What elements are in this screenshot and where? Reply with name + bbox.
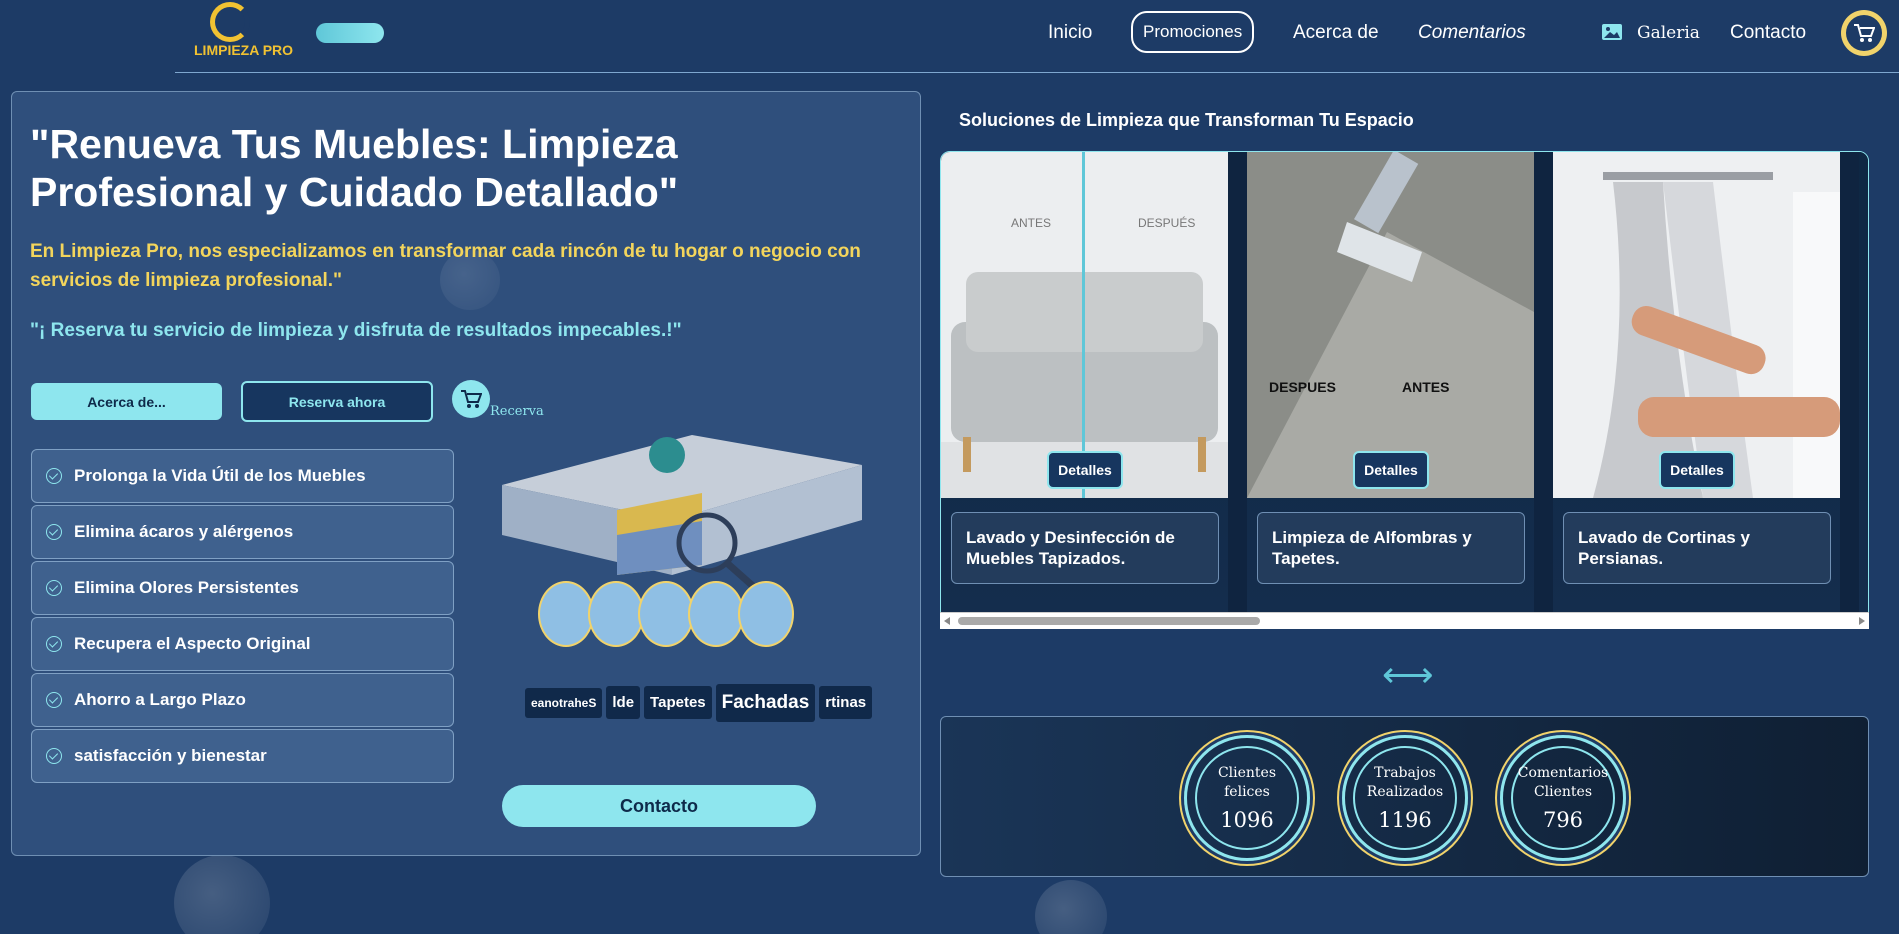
feature-label: Elimina ácaros y alérgenos [74,522,294,541]
stat-value: 796 [1542,808,1584,832]
feature-item: Ahorro a Largo Plazo [31,673,454,727]
carousel-scrollbar[interactable] [940,612,1869,629]
service-icons-strip [538,581,794,651]
service-circle-icon [738,581,794,647]
nav-divider [175,72,1899,73]
stat-label: Realizados [1366,784,1444,800]
feature-item: Recupera el Aspecto Original [31,617,454,671]
nav-promociones[interactable]: Promociones [1131,11,1255,53]
stat-client-comments: Comentarios Clientes 796 [1500,735,1626,861]
top-navbar: LIMPIEZA PRO Inicio Promociones Acerca d… [0,0,1899,74]
hero-intro: En Limpieza Pro, nos especializamos en t… [30,241,861,291]
cart-icon [1846,15,1882,51]
stat-label: Clientes [1217,765,1277,781]
check-icon [46,580,62,596]
stat-value: 1096 [1220,808,1274,832]
feature-item: Elimina Olores Persistentes [31,561,454,615]
check-icon [46,692,62,708]
stat-label: Comentarios [1517,765,1609,781]
carousel-slide: Detalles Lavado de Cortinas y Persianas. [1553,152,1840,612]
stat-value: 1196 [1378,808,1432,832]
logo[interactable]: LIMPIEZA PRO [192,0,294,60]
check-icon [46,468,62,484]
nav-galeria[interactable]: Galeria [1637,23,1700,43]
service-word: rtinas [819,686,873,719]
nav-contacto[interactable]: Contacto [1730,22,1806,44]
service-word: Fachadas [715,683,816,722]
bg-bubble [1035,880,1107,934]
stat-circle: Trabajos Realizados 1196 [1353,746,1457,850]
toggle-pill[interactable] [316,23,384,43]
scroll-thumb[interactable] [958,617,1260,625]
stat-label: felices [1224,784,1270,800]
nav-comentarios[interactable]: Comentarios [1418,22,1526,44]
logo-text: LIMPIEZA PRO [194,42,294,58]
cart-icon [461,390,482,408]
slide-caption: Lavado y Desinfección de Muebles Tapizad… [951,512,1219,584]
hero-title: "Renueva Tus Muebles: Limpieza Profesion… [30,121,679,215]
bg-bubble [174,855,270,934]
service-circle-icon [638,581,694,647]
stat-label: Trabajos [1374,765,1436,781]
carpet-cleaning-image: DESPUES ANTES [1247,152,1534,498]
feature-item: satisfacción y bienestar [31,729,454,783]
cart-button[interactable] [1841,10,1887,56]
service-circle-icon [688,581,744,647]
image-icon [1602,24,1622,40]
feature-label: Recupera el Aspecto Original [74,634,311,653]
service-word: eanotraheS [525,687,603,718]
service-word: Tapetes [644,686,712,719]
nav-acerca-de[interactable]: Acerca de [1293,22,1379,44]
feature-label: satisfacción y bienestar [74,746,267,765]
service-word: lde [606,686,641,719]
feature-label: Prolonga la Vida Útil de los Muebles [74,466,366,485]
stat-label: Clientes [1533,784,1593,800]
service-words-strip: eanotraheS lde Tapetes Fachadas rtinas [525,680,876,725]
service-circle-icon [538,581,594,647]
stat-happy-clients: Clientes felices 1096 [1184,735,1310,861]
scroll-left-icon[interactable] [944,617,950,625]
logo-ring-icon [210,2,250,42]
hero-cta-text: "¡ Reserva tu servicio de limpieza y dis… [30,320,682,341]
stat-circle: Comentarios Clientes 796 [1511,746,1615,850]
about-button[interactable]: Acerca de... [31,383,222,420]
feature-label: Elimina Olores Persistentes [74,578,299,597]
slide-label-antes: ANTES [1402,379,1449,395]
slide-label-despues: DESPUÉS [1138,215,1195,230]
solutions-title: Soluciones de Limpieza que Transforman T… [959,110,1414,130]
reserve-button[interactable]: Reserva ahora [241,381,433,422]
carousel-slide: DESPUES ANTES Detalles Limpieza de Alfom… [1247,152,1534,612]
check-icon [46,748,62,764]
service-circle-icon [588,581,644,647]
reserve-cart-button[interactable] [452,380,490,418]
slide-label-antes: ANTES [1011,216,1051,230]
slide-caption: Lavado de Cortinas y Persianas. [1563,512,1831,584]
feature-label: Ahorro a Largo Plazo [74,690,246,709]
reserve-label: Recerva [490,404,544,419]
swap-arrows-icon[interactable]: ⟷ [1382,654,1434,696]
nav-inicio[interactable]: Inicio [1048,22,1092,44]
feature-item: Elimina ácaros y alérgenos [31,505,454,559]
carousel-slide-peek [1859,152,1868,612]
scroll-right-icon[interactable] [1859,617,1865,625]
stat-circle: Clientes felices 1096 [1195,746,1299,850]
stat-jobs-done: Trabajos Realizados 1196 [1342,735,1468,861]
check-icon [46,524,62,540]
solutions-carousel[interactable]: ANTES DESPUÉS Detalles Lavado y Desinfec… [940,151,1869,629]
details-button[interactable]: Detalles [1353,451,1429,489]
contact-button[interactable]: Contacto [502,785,816,827]
feature-item: Prolonga la Vida Útil de los Muebles [31,449,454,503]
carousel-slide: ANTES DESPUÉS Detalles Lavado y Desinfec… [941,152,1228,612]
slide-caption: Limpieza de Alfombras y Tapetes. [1257,512,1525,584]
details-button[interactable]: Detalles [1047,451,1123,489]
slide-label-despues: DESPUES [1269,379,1336,395]
check-icon [46,636,62,652]
details-button[interactable]: Detalles [1659,451,1735,489]
sofa-before-after-image: ANTES DESPUÉS [941,152,1228,498]
curtain-cleaning-image [1553,152,1840,498]
